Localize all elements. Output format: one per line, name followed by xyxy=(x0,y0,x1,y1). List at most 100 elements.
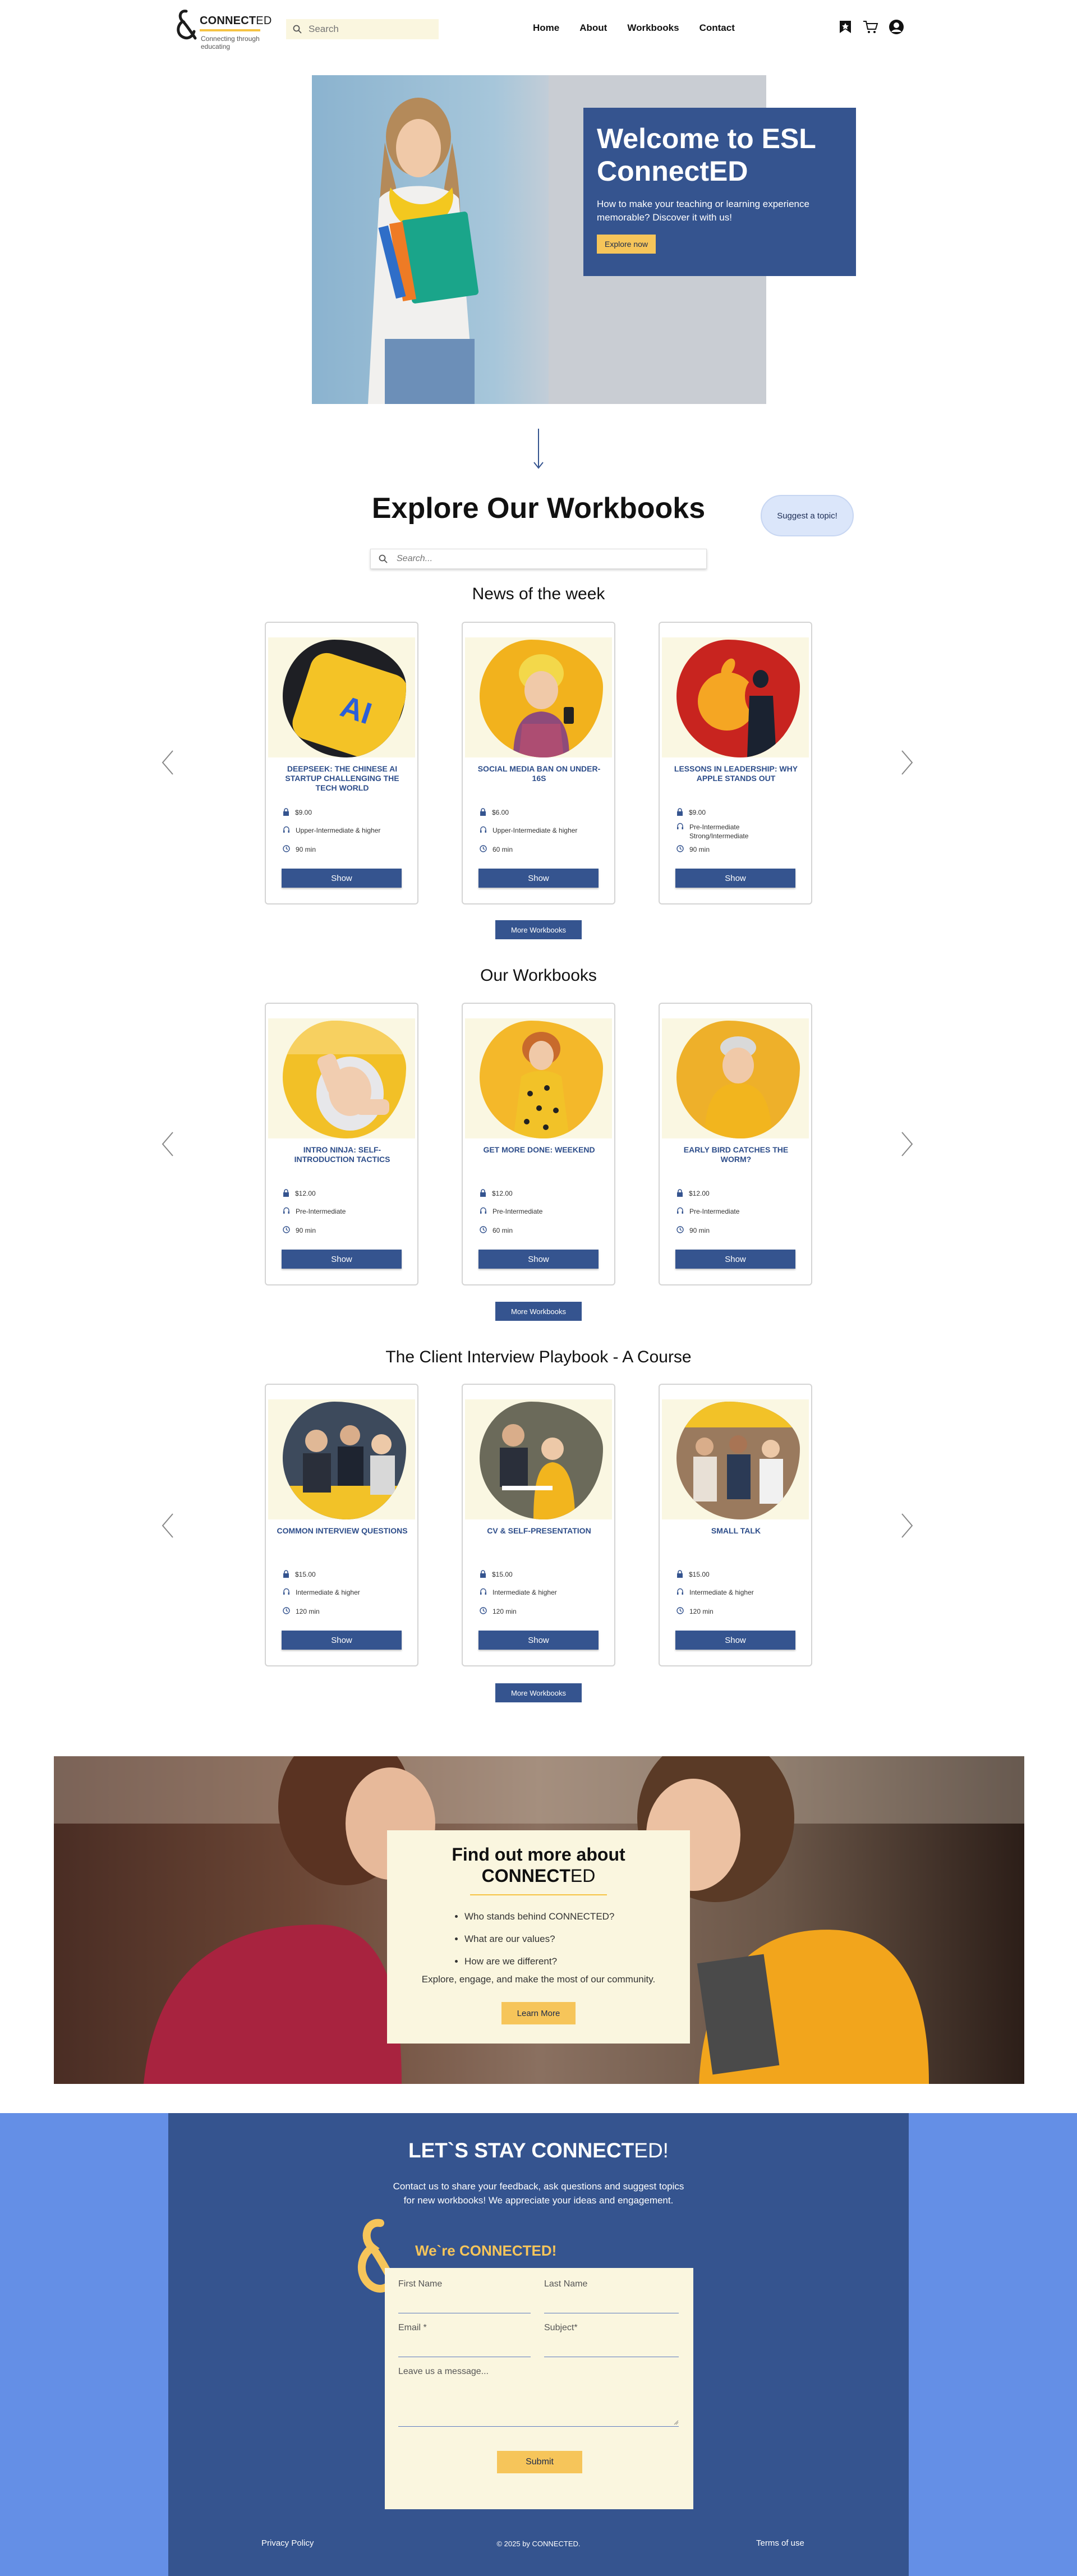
card-image-blob xyxy=(676,1402,800,1519)
card-duration-value: 90 min xyxy=(296,846,316,853)
bookmark-icon[interactable] xyxy=(838,20,853,34)
workbook-card[interactable]: LESSONS IN LEADERSHIP: WHY APPLE STANDS … xyxy=(659,622,812,904)
workbook-card[interactable]: GET MORE DONE: WEEKEND $12.00 Pre-Interm… xyxy=(462,1003,615,1285)
brand-main: CONNECT xyxy=(200,15,256,27)
carousel-prev-button[interactable] xyxy=(160,1513,175,1539)
more-workbooks-button[interactable]: More Workbooks xyxy=(495,920,582,939)
about-brand-suffix: ED xyxy=(570,1866,596,1886)
cart-icon[interactable] xyxy=(863,20,878,34)
workbook-card[interactable]: COMMON INTERVIEW QUESTIONS $15.00 Interm… xyxy=(265,1384,418,1666)
show-button[interactable]: Show xyxy=(282,1250,402,1269)
workbook-card[interactable]: SOCIAL MEDIA BAN ON UNDER-16S $6.00 Uppe… xyxy=(462,622,615,904)
about-title-brand: CONNECTED xyxy=(482,1866,596,1886)
more-workbooks-button[interactable]: More Workbooks xyxy=(495,1683,582,1702)
terms-of-use-link[interactable]: Terms of use xyxy=(756,2538,804,2548)
show-button[interactable]: Show xyxy=(478,1250,599,1269)
workbook-search-input[interactable] xyxy=(397,554,677,564)
suggest-topic-button[interactable]: Suggest a topic! xyxy=(761,495,854,536)
card-level: Upper-Intermediate & higher xyxy=(480,826,603,835)
headset-icon xyxy=(677,823,683,829)
explore-now-button[interactable]: Explore now xyxy=(597,235,656,254)
card-price: $15.00 xyxy=(676,1570,800,1579)
woman-polka-dot-dress-image xyxy=(513,1032,569,1138)
header-search-input[interactable] xyxy=(309,24,421,35)
workbook-card[interactable]: AI DEEPSEEK: THE CHINESE AI STARTUP CHAL… xyxy=(265,622,418,904)
card-duration: 90 min xyxy=(676,1226,800,1235)
card-image: AI xyxy=(268,637,415,757)
headset-icon xyxy=(283,1207,289,1214)
resize-handle-icon[interactable] xyxy=(673,2419,679,2425)
header-search-bar[interactable] xyxy=(286,19,439,39)
clock-icon xyxy=(480,1226,487,1233)
submit-button[interactable]: Submit xyxy=(497,2451,582,2473)
headset-icon xyxy=(480,1207,486,1214)
learn-more-button[interactable]: Learn More xyxy=(501,2002,576,2024)
card-level: Pre-Intermediate Strong/Intermediate xyxy=(676,823,800,841)
hero-subtitle: How to make your teaching or learning ex… xyxy=(597,199,809,223)
account-icon[interactable] xyxy=(889,19,904,35)
card-price-value: $9.00 xyxy=(689,809,706,816)
scroll-down-arrow[interactable] xyxy=(533,429,544,469)
lock-icon xyxy=(283,1189,289,1197)
nav-about[interactable]: About xyxy=(579,22,607,34)
arrow-down-icon xyxy=(533,429,544,469)
card-title: LESSONS IN LEADERSHIP: WHY APPLE STANDS … xyxy=(674,764,798,783)
show-button[interactable]: Show xyxy=(675,1631,795,1650)
show-button[interactable]: Show xyxy=(478,869,599,888)
apple-logo-image xyxy=(698,658,776,757)
card-title: DEEPSEEK: THE CHINESE AI STARTUP CHALLEN… xyxy=(285,764,399,792)
card-price: $12.00 xyxy=(480,1189,603,1198)
card-image-blob xyxy=(283,1402,406,1519)
ai-key-image: AI xyxy=(292,653,406,757)
workbook-card[interactable]: SMALL TALK $15.00 Intermediate & higher … xyxy=(659,1384,812,1666)
show-button[interactable]: Show xyxy=(282,869,402,888)
carousel-next-button[interactable] xyxy=(900,750,914,775)
interview-panel-image xyxy=(283,1425,406,1519)
carousel-next-button[interactable] xyxy=(900,1131,914,1157)
lock-icon xyxy=(283,808,289,816)
card-price: $12.00 xyxy=(283,1189,406,1198)
carousel-prev-button[interactable] xyxy=(160,750,175,775)
about-card: Find out more aboutCONNECTED Who stands … xyxy=(387,1830,690,2044)
about-title-line1: Find out more about xyxy=(452,1844,625,1865)
about-bullet: How are we different? xyxy=(464,1950,690,1973)
headset-icon xyxy=(283,1588,289,1595)
brand-suffix: ED xyxy=(256,15,272,27)
card-duration: 60 min xyxy=(480,845,603,854)
card-price-value: $9.00 xyxy=(295,809,312,816)
workbook-card[interactable]: EARLY BIRD CATCHES THE WORM? $12.00 Pre-… xyxy=(659,1003,812,1285)
carousel-next-button[interactable] xyxy=(900,1513,914,1539)
card-title: EARLY BIRD CATCHES THE WORM? xyxy=(683,1145,789,1164)
show-button[interactable]: Show xyxy=(675,1250,795,1269)
card-image-blob: AI xyxy=(283,640,406,757)
message-field[interactable] xyxy=(398,2426,679,2427)
lock-icon xyxy=(677,1570,683,1578)
about-closing: Explore, engage, and make the most of ou… xyxy=(421,1974,656,1985)
nav-home[interactable]: Home xyxy=(533,22,559,34)
logo-mark[interactable] xyxy=(174,8,197,42)
more-workbooks-button[interactable]: More Workbooks xyxy=(495,1302,582,1321)
card-price-value: $6.00 xyxy=(492,809,509,816)
carousel-prev-button[interactable] xyxy=(160,1131,175,1157)
workbook-card[interactable]: INTRO NINJA: SELF-INTRODUCTION TACTICS $… xyxy=(265,1003,418,1285)
nav-contact[interactable]: Contact xyxy=(699,22,735,34)
contact-title: LET`S STAY CONNECTED! xyxy=(168,2139,909,2162)
brand-name[interactable]: CONNECTED xyxy=(200,15,271,27)
show-button[interactable]: Show xyxy=(478,1631,599,1650)
show-button[interactable]: Show xyxy=(675,869,795,888)
card-image xyxy=(268,1399,415,1519)
workbook-search-bar[interactable] xyxy=(370,549,707,569)
workbook-card[interactable]: CV & SELF-PRESENTATION $15.00 Intermedia… xyxy=(462,1384,615,1666)
card-level-value: Pre-Intermediate xyxy=(689,1207,740,1215)
card-title: COMMON INTERVIEW QUESTIONS xyxy=(277,1526,408,1535)
headset-icon xyxy=(480,826,486,833)
card-duration: 120 min xyxy=(480,1607,603,1616)
chevron-left-icon xyxy=(162,750,173,775)
chevron-right-icon xyxy=(901,750,913,775)
clock-icon xyxy=(283,845,290,852)
card-image xyxy=(465,1399,612,1519)
nav-workbooks[interactable]: Workbooks xyxy=(627,22,679,34)
card-image xyxy=(662,1018,809,1138)
headset-icon xyxy=(677,1207,683,1214)
show-button[interactable]: Show xyxy=(282,1631,402,1650)
